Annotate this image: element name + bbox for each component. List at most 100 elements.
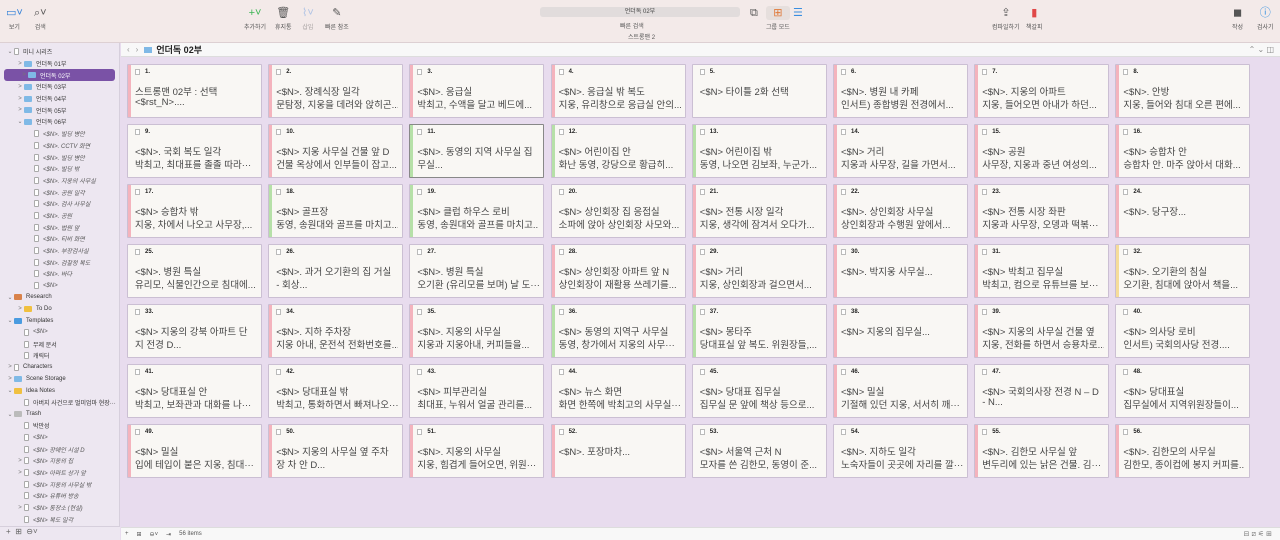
- index-card[interactable]: 7. <$N>. 지웅의 아파트 지웅, 들어오면 아내가 하던...: [974, 64, 1110, 118]
- index-card[interactable]: 31. <$N> 박최고 집무실 박최고, 컴으로 유튜브를 보···: [974, 244, 1110, 298]
- index-card[interactable]: 8. <$N>. 안방 지웅, 들어와 침대 오른 편에...: [1115, 64, 1251, 118]
- copy-view-button[interactable]: ⧉: [750, 6, 758, 20]
- binder-item[interactable]: > 언더독 03부: [0, 81, 119, 93]
- binder-item[interactable]: 아버지 사건으로 멀미엄마 현장···: [0, 397, 119, 409]
- index-card[interactable]: 17. <$N> 승합차 밖 지웅, 차에서 나오고 사무장,...: [127, 184, 262, 238]
- settings-icon[interactable]: ⊖˅: [26, 527, 37, 536]
- add-icon[interactable]: +: [125, 531, 129, 537]
- index-card[interactable]: 37. <$N> 몽타주 당대표실 앞 복도. 위원장들,...: [691, 304, 827, 358]
- binder-item[interactable]: ⌄ 미니 시리즈: [0, 46, 119, 58]
- binder-item[interactable]: 무제 문서: [0, 338, 119, 350]
- binder-item[interactable]: <$N>. 검찰청 복도: [0, 256, 119, 268]
- chevron-down-icon[interactable]: ⌄: [1258, 45, 1265, 54]
- binder-item[interactable]: <$N>. 빌딩 병안: [0, 128, 119, 140]
- index-card[interactable]: 33. <$N> 지웅의 강북 아파트 단지 전경 D...: [127, 304, 262, 358]
- disclosure-icon[interactable]: ⌄: [6, 317, 14, 324]
- binder-item[interactable]: <$N>. CCTV 화면: [0, 140, 119, 152]
- arrange-icon[interactable]: ⚟: [1258, 531, 1264, 538]
- disclosure-icon[interactable]: ⌄: [6, 411, 14, 418]
- index-card[interactable]: 54. <$N>. 지하도 일각 노숙자들이 곳곳에 자리를 깔···: [833, 424, 968, 478]
- split-icon[interactable]: ◫: [1266, 45, 1274, 54]
- grid-icon[interactable]: ⊞: [1266, 531, 1272, 538]
- disclosure-icon[interactable]: >: [6, 364, 14, 370]
- search-button[interactable]: ⌕˅ 검색: [34, 6, 47, 31]
- index-card[interactable]: 23. <$N> 전통 시장 좌판 지웅과 사무장, 오뎅과 떡볶···: [974, 184, 1110, 238]
- binder-item[interactable]: <$N>. 지웅의 사무실: [0, 175, 119, 187]
- disclosure-icon[interactable]: >: [16, 458, 24, 464]
- back-icon[interactable]: ‹: [127, 45, 130, 54]
- label-menu-icon[interactable]: ⊖˅: [150, 531, 159, 538]
- index-card[interactable]: 47. <$N> 국회의사장 전경 N – D- N...: [974, 364, 1110, 418]
- index-card[interactable]: 53. <$N> 서울역 근처 N 모자를 쓴 김한모, 동영이 준...: [691, 424, 827, 478]
- binder-item[interactable]: ⌄ Research: [0, 291, 119, 303]
- disclosure-icon[interactable]: >: [16, 84, 24, 90]
- move-icon[interactable]: ⇥: [166, 531, 171, 538]
- index-card[interactable]: 46. <$N> 밀실 기절해 있던 지웅, 서서히 깨···: [833, 364, 968, 418]
- index-card[interactable]: 28. <$N> 상인회장 아파트 앞 N 상인회장이 재활용 쓰레기를...: [550, 244, 686, 298]
- disclosure-icon[interactable]: >: [16, 470, 24, 476]
- index-card[interactable]: 43. <$N> 피부관리실 최대표, 누워서 얼굴 관리를...: [409, 364, 545, 418]
- index-card[interactable]: 32. <$N>. 오기환의 침실 오기환, 침대에 앉아서 책을...: [1115, 244, 1251, 298]
- index-card[interactable]: 1. 스트롱맨 02부 : 선택 <$rst_N>....: [127, 64, 262, 118]
- binder-item[interactable]: ⌄ 언더독 06부: [0, 116, 119, 128]
- index-card[interactable]: 19. <$N> 클럽 하우스 로비 동영, 송원대와 골프를 마치고...: [409, 184, 545, 238]
- disclosure-icon[interactable]: >: [6, 376, 14, 382]
- binder-item[interactable]: > To Do: [0, 303, 119, 315]
- binder-item[interactable]: ⌄ Idea Notes: [0, 385, 119, 397]
- disclosure-icon[interactable]: >: [16, 61, 24, 67]
- binder-item[interactable]: <$N>. 티비 화면: [0, 233, 119, 245]
- add-folder-icon[interactable]: ⊞: [15, 527, 22, 536]
- index-card[interactable]: 27. <$N>. 병원 특실 오기환 (유리모를 보며) 날 도···: [409, 244, 545, 298]
- quick-search-input[interactable]: 언더독 02부: [540, 7, 740, 17]
- outline-mode-button[interactable]: ☰: [793, 6, 803, 20]
- disclosure-icon[interactable]: >: [16, 505, 24, 511]
- index-card[interactable]: 12. <$N> 어린이집 안 화난 동영, 강당으로 황급히...: [550, 124, 686, 178]
- binder-item[interactable]: 캐릭터: [0, 350, 119, 362]
- index-card[interactable]: 42. <$N> 당대표실 밖 박최고, 통화하면서 빠져나오···: [268, 364, 404, 418]
- add-button[interactable]: +˅ 추가하기: [244, 6, 266, 31]
- binder-item[interactable]: <$N>: [0, 432, 119, 444]
- compose-button[interactable]: ◼ 작성: [1232, 6, 1243, 31]
- disclosure-icon[interactable]: ⌄: [6, 294, 14, 301]
- index-card[interactable]: 15. <$N> 공원 사무장, 지웅과 중년 여성의...: [974, 124, 1110, 178]
- index-card[interactable]: 10. <$N> 지웅 사무실 건물 앞 D 건물 옥상에서 인부들이 잡고...: [268, 124, 404, 178]
- group-mode-button[interactable]: ⊞ 그룹 모드: [766, 6, 790, 31]
- binder-item[interactable]: > 언더독 02부: [4, 69, 115, 82]
- binder-item[interactable]: <$N>. 공원 일각: [0, 186, 119, 198]
- index-card[interactable]: 55. <$N>. 김한모 사무실 앞 변두리에 있는 낡은 건물. 김···: [974, 424, 1110, 478]
- binder-item[interactable]: ⌄ Templates: [0, 315, 119, 327]
- binder-item[interactable]: > 언더독 04부: [0, 93, 119, 105]
- inspector-button[interactable]: ⓘ 검사기: [1257, 6, 1274, 31]
- index-card[interactable]: 38. <$N> 지웅의 집무실...: [833, 304, 968, 358]
- index-card[interactable]: 16. <$N> 승합차 안 승합차 안. 마주 앉아서 대화...: [1115, 124, 1251, 178]
- index-card[interactable]: 4. <$N>. 응급실 밖 복도 지웅, 유리창으로 응급실 안의...: [550, 64, 686, 118]
- index-card[interactable]: 22. <$N>. 상인회장 사무실 상인회장과 수행원 앞에서...: [833, 184, 968, 238]
- binder-item[interactable]: <$N>. 빌딩 병안: [0, 151, 119, 163]
- binder-item[interactable]: <$N> 유튜버 방송: [0, 490, 119, 502]
- index-card[interactable]: 11. <$N>. 동영의 지역 사무실 집 무실...: [409, 124, 545, 178]
- index-card[interactable]: 14. <$N> 거리 지웅과 사무장, 길을 가면서...: [833, 124, 968, 178]
- disclosure-icon[interactable]: ⌄: [6, 387, 14, 394]
- index-card[interactable]: 29. <$N> 거리 지웅, 상인회장과 걸으면서...: [691, 244, 827, 298]
- binder-item[interactable]: > Characters: [0, 362, 119, 374]
- index-card[interactable]: 3. <$N>. 응급실 박최고, 수액을 달고 베드에...: [409, 64, 545, 118]
- compile-button[interactable]: ⇪ 컴파일하기: [992, 6, 1020, 31]
- index-card[interactable]: 5. <$N> 타이틀 2화 선택: [691, 64, 827, 118]
- insert-button[interactable]: ⌇˅ 삽입: [302, 6, 314, 31]
- binder-item[interactable]: <$N>. 공원: [0, 210, 119, 222]
- index-card[interactable]: 26. <$N>. 과거 오기환의 집 거실 - 회상...: [268, 244, 404, 298]
- view-button[interactable]: ▭˅ 보기: [6, 6, 23, 31]
- trash-button[interactable]: 🗑 휴지통: [275, 6, 292, 31]
- binder-item[interactable]: <$N>: [0, 280, 119, 292]
- disclosure-icon[interactable]: >: [16, 306, 24, 312]
- index-card[interactable]: 39. <$N> 지웅의 사무실 건물 옆 지웅, 전화를 하면서 승용차로...: [974, 304, 1110, 358]
- index-card[interactable]: 21. <$N> 전통 시장 일각 지웅, 생각에 잠겨서 오다가...: [691, 184, 827, 238]
- binder-item[interactable]: <$N>. 법원 앞: [0, 221, 119, 233]
- binder-item[interactable]: > <$N> 지웅의 집: [0, 455, 119, 467]
- disclosure-icon[interactable]: >: [16, 96, 24, 102]
- binder-item[interactable]: > Scene Storage: [0, 373, 119, 385]
- index-card[interactable]: 20. <$N> 상인회장 집 응접실 소파에 앉아 상인회장 사모와...: [550, 184, 686, 238]
- index-card[interactable]: 34. <$N>. 지하 주차장 지웅 아내, 운전석 전화번호를...: [268, 304, 404, 358]
- binder-item[interactable]: <$N>. 바다: [0, 268, 119, 280]
- index-card[interactable]: 48. <$N> 당대표실 집무실에서 지역위원장들이...: [1115, 364, 1251, 418]
